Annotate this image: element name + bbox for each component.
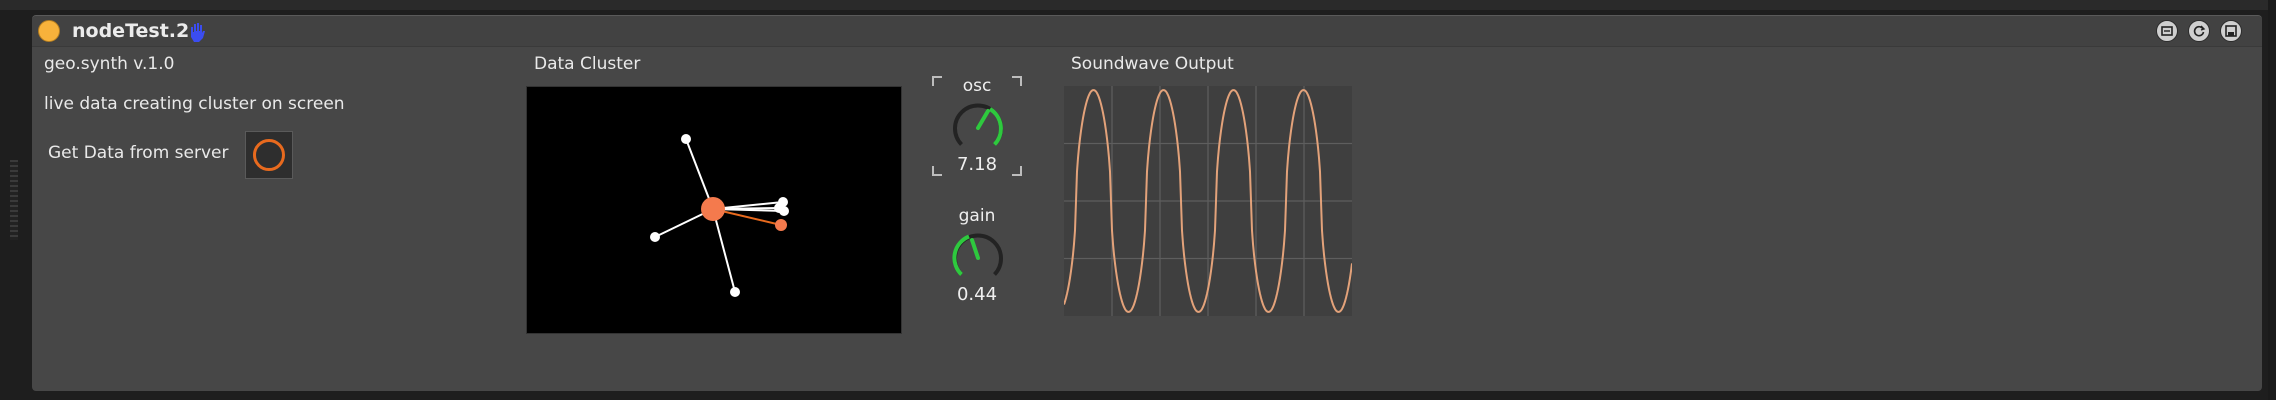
cluster-node	[681, 134, 691, 144]
gain-value: 0.44	[956, 284, 998, 305]
cluster-node	[779, 206, 789, 216]
cluster-node	[650, 232, 660, 242]
cluster-canvas[interactable]	[526, 86, 902, 334]
right-edge	[2268, 0, 2276, 400]
osc-knob[interactable]	[950, 100, 1006, 156]
drag-handle[interactable]	[10, 160, 18, 240]
gain-dial-box: gain 0.44	[932, 206, 1022, 306]
osc-label: osc	[962, 76, 992, 96]
device-name-label: geo.synth v.1.0	[44, 54, 175, 74]
fold-button[interactable]	[2156, 20, 2178, 42]
soundwave-scope	[1063, 86, 1353, 316]
cluster-title: Data Cluster	[534, 54, 641, 74]
osc-value: 7.18	[956, 154, 998, 175]
cluster-node	[730, 287, 740, 297]
save-icon	[2225, 25, 2237, 37]
cluster-link	[712, 208, 736, 293]
get-data-button[interactable]	[245, 131, 293, 179]
refresh-button[interactable]	[2188, 20, 2210, 42]
device-title: nodeTest.2	[72, 20, 190, 42]
save-button[interactable]	[2220, 20, 2242, 42]
description-label: live data creating cluster on screen	[44, 94, 345, 114]
top-strip	[0, 0, 2276, 10]
circle-icon	[253, 139, 285, 171]
scope-title: Soundwave Output	[1071, 54, 1234, 74]
device-title-bar[interactable]: nodeTest.2	[32, 16, 2262, 47]
power-button[interactable]	[38, 20, 60, 42]
fold-icon	[2161, 26, 2173, 36]
gain-label: gain	[958, 206, 996, 226]
gain-knob[interactable]	[950, 230, 1006, 286]
device-panel: nodeTest.2 geo.synth v.1.0 live data cre…	[32, 15, 2262, 391]
osc-dial-box: osc 7.18	[932, 76, 1022, 176]
hand-icon[interactable]	[187, 20, 209, 44]
get-data-label: Get Data from server	[48, 143, 229, 163]
refresh-icon	[2193, 25, 2206, 37]
cluster-node-active	[775, 219, 787, 231]
cluster-center-node	[701, 197, 725, 221]
